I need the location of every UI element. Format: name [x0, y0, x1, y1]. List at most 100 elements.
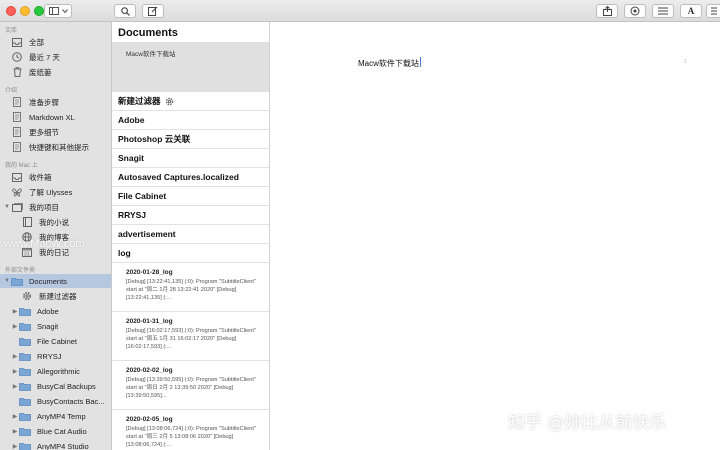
sidebar-item-rrysj[interactable]: ▶ RRYSJ	[0, 349, 111, 363]
group-row-file-cabinet[interactable]: File Cabinet	[112, 187, 269, 206]
font-button[interactable]: A	[680, 4, 702, 18]
group-row-advertisement[interactable]: advertisement	[112, 225, 269, 244]
sidebar-item-adobe[interactable]: ▶ Adobe	[0, 304, 111, 318]
zoom-window-button[interactable]	[34, 6, 44, 16]
attachments-icon	[710, 7, 717, 14]
group-row-photoshop[interactable]: Photoshop 云关联	[112, 130, 269, 149]
sidebar-item-recent[interactable]: 最近 7 天	[0, 50, 111, 64]
inbox-icon	[11, 172, 23, 182]
butterfly-icon	[11, 187, 23, 197]
sidebar-item-all[interactable]: 全部	[0, 35, 111, 49]
sidebar-toggle-button[interactable]	[44, 4, 72, 18]
folder-icon	[11, 276, 23, 286]
sidebar-item-more-details[interactable]: 更多细节	[0, 125, 111, 139]
folder-icon	[19, 426, 31, 436]
sidebar-item-my-projects[interactable]: ▼ 我的项目	[0, 200, 111, 214]
group-row-adobe[interactable]: Adobe	[112, 111, 269, 130]
sidebar-item-busycal-backups[interactable]: ▶ BusyCal Backups	[0, 379, 111, 393]
log-sheet-item[interactable]: 2020-01-31_log [Debug] [16:02:17,593] (:…	[112, 312, 269, 361]
disclosure-expanded-icon[interactable]: ▼	[3, 204, 11, 210]
section-header-intro: 介绍	[5, 88, 18, 94]
watermark-macw: www.MacW.com	[4, 238, 85, 250]
folder-icon	[19, 396, 31, 406]
group-row-log[interactable]: log	[112, 244, 269, 263]
log-sheet-title: 2020-01-28_log	[126, 269, 173, 276]
sidebar-item-file-cabinet[interactable]: File Cabinet	[0, 334, 111, 348]
tray-icon	[11, 37, 23, 47]
disclosure-collapsed-icon[interactable]: ▶	[11, 413, 19, 420]
trash-icon	[11, 67, 23, 77]
sidebar-toggle-icon	[48, 7, 59, 15]
sidebar-item-inbox[interactable]: 收件箱	[0, 170, 111, 184]
disclosure-collapsed-icon[interactable]: ▶	[11, 443, 19, 450]
minimize-window-button[interactable]	[20, 6, 30, 16]
folder-icon	[19, 441, 31, 450]
sheet-icon	[11, 127, 23, 137]
editor-text: Macw软件下载站	[358, 59, 419, 68]
log-sheet-item[interactable]: 2020-01-28_log [Debug] [13:22:41,135] (:…	[112, 263, 269, 312]
sheet-icon	[11, 142, 23, 152]
sidebar-item-shortcuts[interactable]: 快捷键和其他提示	[0, 140, 111, 154]
disclosure-collapsed-icon[interactable]: ▶	[11, 323, 19, 330]
outline-button[interactable]	[652, 4, 674, 18]
clock-icon	[11, 52, 23, 62]
search-button[interactable]	[114, 4, 136, 18]
sheet-icon	[11, 97, 23, 107]
sidebar-item-my-novel[interactable]: 我的小说	[0, 215, 111, 229]
disclosure-collapsed-icon[interactable]: ▶	[11, 353, 19, 360]
sidebar-item-preparation[interactable]: 准备步骤	[0, 95, 111, 109]
sidebar-item-allegorithmic[interactable]: ▶ Allegorithmic	[0, 364, 111, 378]
disclosure-expanded-icon[interactable]: ▼	[3, 278, 11, 284]
goals-button[interactable]	[624, 4, 646, 18]
library-sidebar: 文库 全部 最近 7 天 废纸篓 介绍 准备步骤 Markdown XL 更多细…	[0, 22, 112, 450]
sidebar-item-busycontacts-backups[interactable]: BusyContacts Bac...	[0, 394, 111, 408]
sidebar-item-new-filter[interactable]: 新建过滤器	[0, 289, 111, 303]
sheet-card-selected[interactable]: Macw软件下载站	[112, 42, 269, 92]
book-icon	[21, 217, 33, 227]
disclosure-collapsed-icon[interactable]: ▶	[11, 428, 19, 435]
log-sheet-title: 2020-01-31_log	[126, 318, 173, 325]
editor-pane[interactable]: Macw软件下载站 1	[270, 22, 720, 450]
sidebar-item-snagit[interactable]: ▶ Snagit	[0, 319, 111, 333]
disclosure-collapsed-icon[interactable]: ▶	[11, 308, 19, 315]
close-window-button[interactable]	[6, 6, 16, 16]
sidebar-item-trash[interactable]: 废纸篓	[0, 65, 111, 79]
log-sheet-title: 2020-02-05_log	[126, 416, 173, 423]
search-icon	[120, 6, 130, 16]
group-row-snagit[interactable]: Snagit	[112, 149, 269, 168]
share-icon	[602, 6, 612, 16]
sidebar-item-documents[interactable]: ▼ Documents	[0, 274, 111, 288]
sheet-list: Documents Macw软件下载站 新建过滤器 Adobe Photosho…	[112, 22, 270, 450]
list-icon	[658, 7, 668, 15]
attachments-button[interactable]	[706, 4, 720, 18]
sidebar-item-markdown-xl[interactable]: Markdown XL	[0, 110, 111, 124]
sidebar-item-anymp4-temp[interactable]: ▶ AnyMP4 Temp	[0, 409, 111, 423]
share-button[interactable]	[596, 4, 618, 18]
log-sheet-item[interactable]: 2020-02-05_log [Debug] [13:08:06,724] (:…	[112, 410, 269, 450]
disclosure-collapsed-icon[interactable]: ▶	[11, 383, 19, 390]
log-sheet-item[interactable]: 2020-02-02_log [Debug] [13:39:50,595] (:…	[112, 361, 269, 410]
sidebar-item-about-ulysses[interactable]: 了解 Ulysses	[0, 185, 111, 199]
folder-icon	[19, 381, 31, 391]
folder-icon	[19, 366, 31, 376]
group-row-rrysj[interactable]: RRYSJ	[112, 206, 269, 225]
group-row-autosaved-captures[interactable]: Autosaved Captures.localized	[112, 168, 269, 187]
log-sheet-title: 2020-02-02_log	[126, 367, 173, 374]
log-sheet-snippet: [Debug] [13:39:50,595] (:0): Program "Su…	[126, 377, 256, 399]
disclosure-collapsed-icon[interactable]: ▶	[11, 368, 19, 375]
log-sheet-snippet: [Debug] [13:22:41,135] (:0): Program "Su…	[126, 279, 256, 301]
section-header-library: 文库	[5, 28, 18, 34]
sidebar-item-anymp4-studio[interactable]: ▶ AnyMP4 Studio	[0, 439, 111, 450]
new-sheet-button[interactable]	[142, 4, 164, 18]
folder-icon	[19, 336, 31, 346]
sidebar-item-blue-cat-audio[interactable]: ▶ Blue Cat Audio	[0, 424, 111, 438]
folder-icon	[19, 306, 31, 316]
group-title: Documents	[118, 27, 178, 39]
log-sheet-snippet: [Debug] [16:02:17,593] (:0): Program "Su…	[126, 328, 256, 350]
text-caret	[419, 57, 421, 67]
folder-icon	[19, 411, 31, 421]
gear-icon	[21, 291, 33, 301]
stack-icon	[11, 202, 23, 212]
editor-text-area[interactable]: Macw软件下载站	[358, 57, 421, 69]
group-row-new-filter[interactable]: 新建过滤器	[112, 92, 269, 111]
